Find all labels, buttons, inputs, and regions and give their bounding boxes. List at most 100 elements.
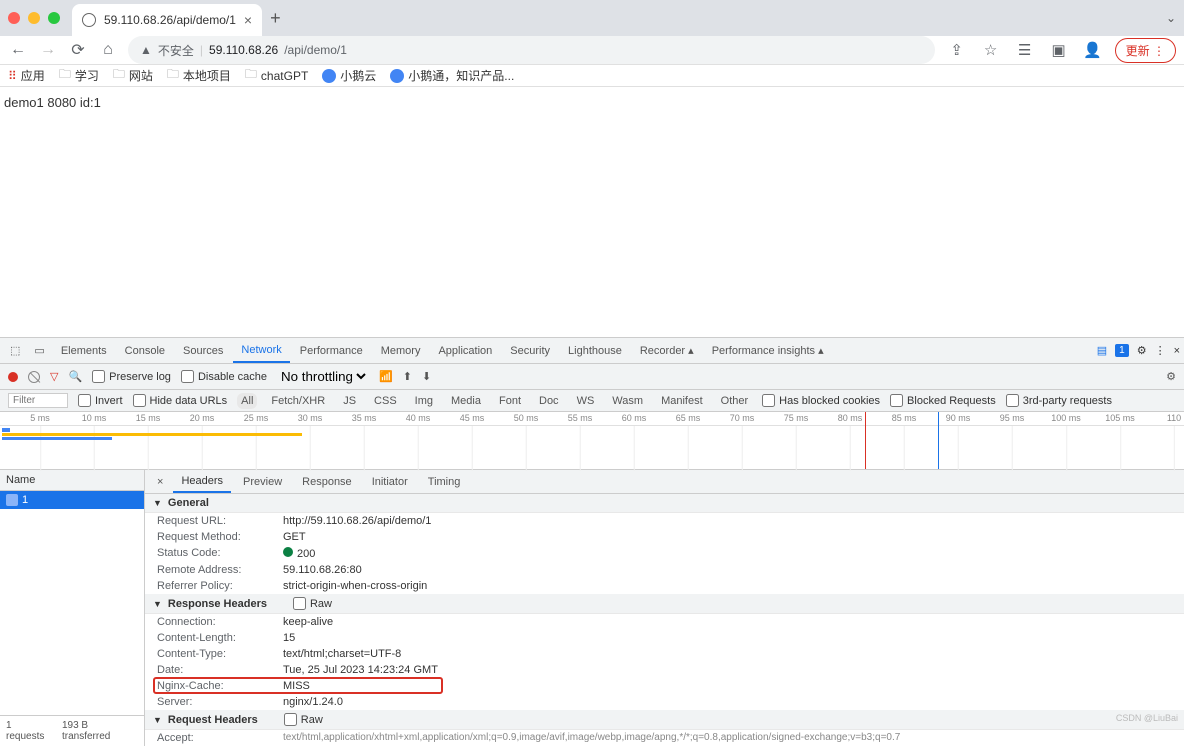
- status-bar: 1 requests 193 B transferred: [0, 715, 144, 746]
- clear-button[interactable]: [28, 371, 40, 383]
- value: 59.110.68.26:80: [283, 564, 362, 576]
- preserve-log-checkbox[interactable]: Preserve log: [92, 370, 171, 383]
- bookmark-link[interactable]: 小鹅云: [322, 67, 376, 84]
- tab-perf-insights[interactable]: Performance insights ▴: [704, 338, 832, 363]
- home-button[interactable]: ⌂: [98, 41, 118, 59]
- has-blocked-cookies-checkbox[interactable]: Has blocked cookies: [762, 394, 880, 407]
- bookmark-folder[interactable]: 🗀chatGPT: [245, 65, 308, 86]
- tab-initiator[interactable]: Initiator: [364, 470, 416, 493]
- insecure-label: 不安全: [158, 42, 194, 59]
- invert-checkbox[interactable]: Invert: [78, 394, 123, 407]
- apps-button[interactable]: ⠿应用: [8, 67, 45, 84]
- minimize-window[interactable]: [28, 12, 40, 24]
- request-headers-section[interactable]: ▼Request HeadersRaw: [145, 710, 1184, 730]
- update-button[interactable]: 更新 ⋮: [1115, 38, 1176, 63]
- throttling-select[interactable]: No throttling: [277, 368, 369, 385]
- filter-input[interactable]: [8, 393, 68, 408]
- response-headers-section[interactable]: ▼Response HeadersRaw: [145, 594, 1184, 614]
- forward-button[interactable]: →: [38, 41, 58, 59]
- transferred-size: 193 B transferred: [62, 720, 138, 742]
- filter-js[interactable]: JS: [339, 393, 360, 409]
- address-path: /api/demo/1: [284, 43, 347, 57]
- reading-list-icon[interactable]: ☰: [1013, 41, 1037, 59]
- tab-security[interactable]: Security: [502, 338, 558, 363]
- filter-other[interactable]: Other: [717, 393, 753, 409]
- import-icon[interactable]: ⬆: [403, 370, 412, 383]
- waterfall-timeline[interactable]: 5 ms10 ms15 ms20 ms25 ms30 ms35 ms40 ms4…: [0, 412, 1184, 470]
- bookmark-link[interactable]: 小鹅通，知识产品...: [390, 67, 514, 84]
- filter-font[interactable]: Font: [495, 393, 525, 409]
- panel-icon[interactable]: ▣: [1047, 41, 1071, 59]
- close-devtools-icon[interactable]: ×: [1174, 345, 1180, 357]
- profile-icon[interactable]: 👤: [1081, 41, 1105, 59]
- tab-application[interactable]: Application: [430, 338, 500, 363]
- record-button[interactable]: [8, 372, 18, 382]
- tab-response[interactable]: Response: [294, 470, 360, 493]
- maximize-window[interactable]: [48, 12, 60, 24]
- tab-console[interactable]: Console: [117, 338, 173, 363]
- filter-img[interactable]: Img: [411, 393, 437, 409]
- search-icon[interactable]: 🔍: [68, 370, 82, 383]
- inspect-icon[interactable]: ⬚: [4, 344, 26, 357]
- share-icon[interactable]: ⇪: [945, 41, 969, 59]
- disable-cache-checkbox[interactable]: Disable cache: [181, 370, 267, 383]
- network-conditions-icon[interactable]: 📶: [379, 370, 393, 383]
- raw-checkbox[interactable]: Raw: [284, 713, 323, 726]
- value: text/html;charset=UTF-8: [283, 648, 401, 660]
- bookmark-folder[interactable]: 🗀网站: [113, 65, 153, 86]
- hide-data-urls-checkbox[interactable]: Hide data URLs: [133, 394, 228, 407]
- tab-elements[interactable]: Elements: [53, 338, 115, 363]
- new-tab-button[interactable]: +: [270, 8, 281, 29]
- reload-button[interactable]: ⟳: [68, 40, 88, 60]
- globe-icon: [82, 13, 96, 27]
- timeline-tick: 110: [1167, 413, 1181, 423]
- bookmark-folder[interactable]: 🗀学习: [59, 65, 99, 86]
- close-detail-icon[interactable]: ×: [151, 476, 169, 488]
- blocked-requests-checkbox[interactable]: Blocked Requests: [890, 394, 996, 407]
- tab-recorder[interactable]: Recorder ▴: [632, 338, 702, 363]
- filter-fetch[interactable]: Fetch/XHR: [267, 393, 329, 409]
- back-button[interactable]: ←: [8, 41, 28, 59]
- tab-lighthouse[interactable]: Lighthouse: [560, 338, 630, 363]
- tab-memory[interactable]: Memory: [373, 338, 429, 363]
- filter-manifest[interactable]: Manifest: [657, 393, 707, 409]
- filter-all[interactable]: All: [237, 393, 257, 409]
- settings-icon[interactable]: ⚙: [1137, 344, 1147, 357]
- timeline-tick: 100 ms: [1051, 413, 1081, 423]
- filter-css[interactable]: CSS: [370, 393, 401, 409]
- third-party-checkbox[interactable]: 3rd-party requests: [1006, 394, 1112, 407]
- close-window[interactable]: [8, 12, 20, 24]
- more-icon[interactable]: ⋮: [1155, 344, 1166, 357]
- close-tab-icon[interactable]: ×: [244, 12, 252, 28]
- window-controls[interactable]: [8, 12, 60, 24]
- tab-timing[interactable]: Timing: [420, 470, 469, 493]
- request-row[interactable]: 1: [0, 491, 144, 509]
- tabs-chevron-icon[interactable]: ⌄: [1166, 11, 1176, 25]
- tab-preview[interactable]: Preview: [235, 470, 290, 493]
- tab-network[interactable]: Network: [233, 338, 289, 363]
- browser-tab[interactable]: 59.110.68.26/api/demo/1 ×: [72, 4, 262, 36]
- label: Request URL:: [157, 515, 283, 527]
- tab-sources[interactable]: Sources: [175, 338, 231, 363]
- tab-performance[interactable]: Performance: [292, 338, 371, 363]
- issues-icon[interactable]: ▤: [1097, 344, 1107, 357]
- name-column-header[interactable]: Name: [0, 470, 144, 491]
- label: Accept:: [157, 732, 283, 744]
- general-section-header[interactable]: ▼General: [145, 494, 1184, 513]
- filter-wasm[interactable]: Wasm: [608, 393, 647, 409]
- devtools-panel: ⬚ ▭ Elements Console Sources Network Per…: [0, 337, 1184, 746]
- device-icon[interactable]: ▭: [28, 344, 50, 357]
- requests-count: 1 requests: [6, 720, 52, 742]
- raw-checkbox[interactable]: Raw: [293, 597, 332, 610]
- filter-ws[interactable]: WS: [573, 393, 599, 409]
- star-icon[interactable]: ☆: [979, 41, 1003, 59]
- tab-headers[interactable]: Headers: [173, 470, 231, 493]
- tab-title: 59.110.68.26/api/demo/1: [104, 13, 236, 27]
- filter-toggle-icon[interactable]: ▽: [50, 370, 58, 383]
- filter-media[interactable]: Media: [447, 393, 485, 409]
- address-bar[interactable]: ▲ 不安全 | 59.110.68.26/api/demo/1: [128, 36, 935, 64]
- export-icon[interactable]: ⬇: [422, 370, 431, 383]
- network-settings-icon[interactable]: ⚙: [1166, 370, 1176, 383]
- filter-doc[interactable]: Doc: [535, 393, 563, 409]
- bookmark-folder[interactable]: 🗀本地项目: [167, 65, 231, 86]
